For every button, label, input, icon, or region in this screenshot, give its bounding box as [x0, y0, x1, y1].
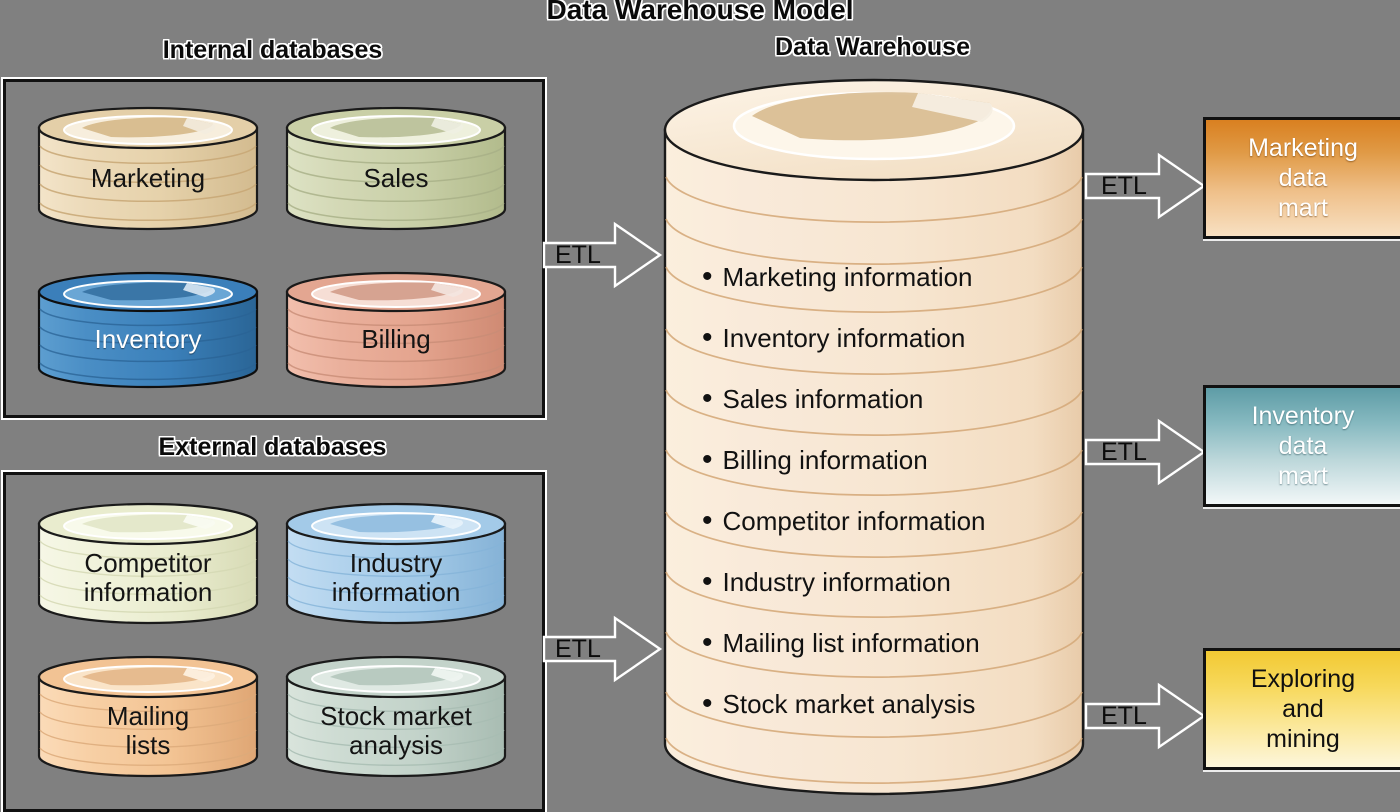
internal-databases-title: Internal databases — [162, 36, 383, 64]
warehouse-item-label: Sales information — [722, 383, 924, 414]
database-cylinder-stock-market[interactable]: Stock market analysis — [285, 655, 507, 778]
etl-arrow-internal-to-warehouse: ETL — [542, 221, 663, 289]
etl-arrow-label: ETL — [555, 241, 601, 269]
warehouse-item-label: Competitor information — [722, 505, 986, 536]
bullet-icon: • — [702, 381, 713, 415]
data-mart-inventory[interactable]: Inventory data mart — [1203, 385, 1400, 507]
etl-arrow-external-to-warehouse: ETL — [542, 615, 663, 683]
data-mart-exploring-and-mining[interactable]: Exploring and mining — [1203, 648, 1400, 770]
warehouse-item-label: Marketing information — [722, 261, 973, 292]
warehouse-list-item: • Marketing information — [702, 246, 1062, 307]
warehouse-items-list: • Marketing information • Inventory informa… — [702, 246, 1062, 734]
warehouse-item-label: Mailing list information — [722, 627, 980, 658]
bullet-icon: • — [702, 686, 713, 720]
warehouse-list-item: • Mailing list information — [702, 612, 1062, 673]
database-cylinder-sales[interactable]: Sales — [285, 106, 507, 231]
warehouse-list-item: • Competitor information — [702, 490, 1062, 551]
data-mart-label: Exploring and mining — [1250, 665, 1356, 753]
warehouse-list-item: • Inventory information — [702, 307, 1062, 368]
page-title: Data Warehouse Model — [546, 0, 854, 25]
data-mart-marketing[interactable]: Marketing data mart — [1203, 117, 1400, 239]
bullet-icon: • — [702, 625, 713, 659]
bullet-icon: • — [702, 320, 713, 354]
etl-arrow-warehouse-to-mining: ETL — [1084, 682, 1207, 750]
etl-arrow-label: ETL — [555, 635, 601, 663]
warehouse-list-item: • Stock market analysis — [702, 673, 1062, 734]
etl-arrow-label: ETL — [1101, 702, 1147, 730]
data-mart-label: Inventory data mart — [1251, 402, 1355, 490]
etl-arrow-label: ETL — [1101, 172, 1147, 200]
bullet-icon: • — [702, 442, 713, 476]
warehouse-item-label: Industry information — [722, 566, 951, 597]
etl-arrow-label: ETL — [1101, 438, 1147, 466]
database-cylinder-marketing[interactable]: Marketing — [37, 106, 259, 231]
etl-arrow-warehouse-to-marketing-mart: ETL — [1084, 152, 1207, 220]
bullet-icon: • — [702, 259, 713, 293]
bullet-icon: • — [702, 503, 713, 537]
warehouse-item-label: Inventory information — [722, 322, 966, 353]
warehouse-list-item: • Sales information — [702, 368, 1062, 429]
etl-arrow-warehouse-to-inventory-mart: ETL — [1084, 418, 1207, 486]
warehouse-item-label: Stock market analysis — [722, 688, 976, 719]
warehouse-list-item: • Industry information — [702, 551, 1062, 612]
database-cylinder-billing[interactable]: Billing — [285, 271, 507, 389]
warehouse-list-item: • Billing information — [702, 429, 1062, 490]
data-warehouse-cylinder[interactable]: • Marketing information • Inventory informa… — [660, 72, 1088, 807]
database-cylinder-industry[interactable]: Industry information — [285, 502, 507, 625]
external-databases-title: External databases — [158, 433, 387, 461]
diagram-canvas: Data Warehouse Model Internal databases … — [0, 0, 1400, 812]
data-warehouse-title: Data Warehouse — [775, 33, 970, 61]
database-cylinder-inventory[interactable]: Inventory — [37, 271, 259, 389]
data-mart-label: Marketing data mart — [1248, 134, 1358, 222]
warehouse-item-label: Billing information — [722, 444, 928, 475]
database-cylinder-competitor[interactable]: Competitor information — [37, 502, 259, 625]
bullet-icon: • — [702, 564, 713, 598]
database-cylinder-mailing-lists[interactable]: Mailing lists — [37, 655, 259, 778]
